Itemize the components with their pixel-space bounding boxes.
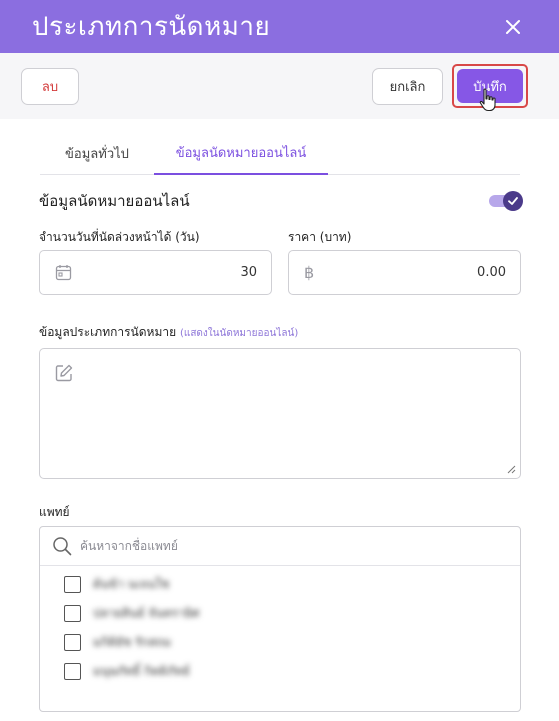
advance-days-input[interactable]: 30 xyxy=(39,250,272,295)
cancel-button[interactable]: ยกเลิก xyxy=(372,67,443,105)
check-icon xyxy=(508,197,518,205)
list-item[interactable]: ปลายสินธ์ จันทรายิศ xyxy=(40,599,520,628)
toggle-knob xyxy=(503,191,523,211)
save-highlight: บันทึก xyxy=(452,64,528,112)
description-label-row: ข้อมูลประเภทการนัดหมาย (แสดงในนัดหมายออน… xyxy=(39,323,521,339)
edit-icon xyxy=(55,364,73,382)
modal-header: ประเภทการนัดหมาย xyxy=(0,0,559,53)
search-icon xyxy=(53,537,72,556)
doctor-search[interactable]: ค้นหาจากชื่อแพทย์ xyxy=(40,527,520,566)
online-booking-toggle[interactable] xyxy=(489,191,523,211)
price-value: 0.00 xyxy=(477,265,506,280)
list-item[interactable]: มกิติยัช รักสถม xyxy=(40,628,520,657)
baht-icon: ฿ xyxy=(304,263,315,282)
doctor-selector: ค้นหาจากชื่อแพทย์ ต้นข้า นเจนใช ปลายสินธ… xyxy=(39,526,521,712)
toolbar-right-group: ยกเลิก บันทึก xyxy=(372,64,528,112)
description-label: ข้อมูลประเภทการนัดหมาย xyxy=(39,325,177,339)
appointment-type-modal: ประเภทการนัดหมาย ลบ ยกเลิก บันทึก ข้อมูล… xyxy=(0,0,559,721)
list-item[interactable]: มนุษภัทธิ์ กิตติภัทธ์ xyxy=(40,657,520,686)
resize-handle-icon[interactable] xyxy=(506,464,516,474)
doctor-checkbox[interactable] xyxy=(64,605,81,622)
online-section-header: ข้อมูลนัดหมายออนไลน์ xyxy=(39,191,523,211)
description-textarea[interactable] xyxy=(39,348,521,479)
tab-content: ข้อมูลนัดหมายออนไลน์ จำนวนวันที่นัดล่วงห… xyxy=(0,191,559,712)
tab-general-info[interactable]: ข้อมูลทั่วไป xyxy=(40,119,154,175)
hand-cursor-icon xyxy=(479,88,496,112)
advance-days-label: จำนวนวันที่นัดล่วงหน้าได้ (วัน) xyxy=(39,230,200,244)
modal-title: ประเภทการนัดหมาย xyxy=(32,12,271,42)
list-item[interactable]: ต้นข้า นเจนใช xyxy=(40,570,520,599)
action-toolbar: ลบ ยกเลิก บันทึก xyxy=(0,53,559,119)
doctor-search-input[interactable]: ค้นหาจากชื่อแพทย์ xyxy=(80,537,178,556)
price-label: ราคา (บาท) xyxy=(288,230,352,244)
section-title: ข้อมูลนัดหมายออนไลน์ xyxy=(39,192,190,210)
advance-days-value: 30 xyxy=(240,265,257,280)
close-button[interactable] xyxy=(501,15,525,39)
doctor-name: ปลายสินธ์ จันทรายิศ xyxy=(93,606,200,620)
doctor-checkbox[interactable] xyxy=(64,634,81,651)
description-hint: (แสดงในนัดหมายออนไลน์) xyxy=(179,328,299,339)
doctor-name: มกิติยัช รักสถม xyxy=(93,635,172,649)
doctor-checkbox[interactable] xyxy=(64,663,81,680)
advance-days-field: จำนวนวันที่นัดล่วงหน้าได้ (วัน) 30 xyxy=(39,228,272,295)
doctor-checkbox[interactable] xyxy=(64,576,81,593)
price-field: ราคา (บาท) ฿ 0.00 xyxy=(288,228,521,295)
tab-online-booking[interactable]: ข้อมูลนัดหมายออนไลน์ xyxy=(154,119,328,175)
tab-bar: ข้อมูลทั่วไป ข้อมูลนัดหมายออนไลน์ xyxy=(40,119,520,175)
doctor-list: ต้นข้า นเจนใช ปลายสินธ์ จันทรายิศ มกิติย… xyxy=(40,566,520,686)
doctor-label: แพทย์ xyxy=(39,505,70,519)
doctor-name: มนุษภัทธิ์ กิตติภัทธ์ xyxy=(93,664,190,678)
delete-button[interactable]: ลบ xyxy=(21,67,79,105)
doctor-name: ต้นข้า นเจนใช xyxy=(93,577,170,591)
calendar-icon xyxy=(55,263,75,283)
price-input[interactable]: ฿ 0.00 xyxy=(288,250,521,295)
close-icon xyxy=(506,19,520,34)
booking-fields-row: จำนวนวันที่นัดล่วงหน้าได้ (วัน) 30 ราคา … xyxy=(39,228,521,295)
